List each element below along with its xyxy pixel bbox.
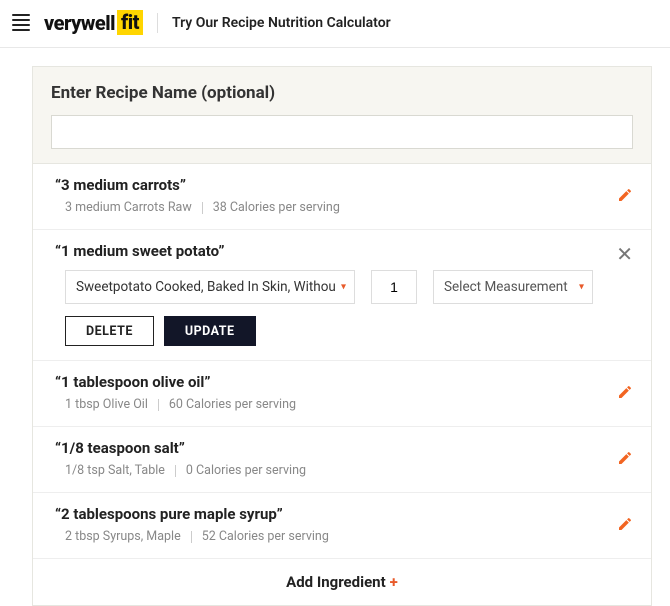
brand-main: verywell: [44, 11, 115, 35]
update-button[interactable]: UPDATE: [164, 316, 256, 346]
header-divider: [157, 13, 158, 33]
quantity-input[interactable]: [371, 270, 417, 304]
edit-icon[interactable]: [617, 187, 633, 207]
measurement-select-value: Select Measurement: [444, 279, 568, 295]
ingredient-cals: 60 Calories per serving: [169, 397, 296, 412]
ingredient-cals: 0 Calories per serving: [186, 463, 306, 478]
meta-divider: [202, 202, 203, 214]
close-icon[interactable]: ✕: [616, 244, 633, 264]
meta-divider: [191, 531, 192, 543]
ingredient-desc: 1 tbsp Olive Oil: [65, 397, 148, 412]
chevron-down-icon: ▾: [341, 282, 346, 293]
ingredient-desc: 2 tbsp Syrups, Maple: [65, 529, 181, 544]
measurement-select[interactable]: Select Measurement ▾: [433, 270, 593, 304]
ingredient-meta: 3 medium Carrots Raw 38 Calories per ser…: [55, 200, 633, 215]
app-header: verywellfit Try Our Recipe Nutrition Cal…: [0, 0, 670, 48]
add-ingredient-label: Add Ingredient: [286, 573, 386, 591]
ingredient-title: “1 tablespoon olive oil”: [55, 373, 633, 391]
edit-button-row: DELETE UPDATE: [55, 316, 633, 346]
ingredient-meta: 2 tbsp Syrups, Maple 52 Calories per ser…: [55, 529, 633, 544]
meta-divider: [175, 465, 176, 477]
delete-button[interactable]: DELETE: [65, 316, 154, 346]
ingredient-row-editing: “1 medium sweet potato” ✕ Sweetpotato Co…: [33, 230, 651, 361]
ingredient-cals: 52 Calories per serving: [202, 529, 329, 544]
ingredient-title: “1 medium sweet potato”: [55, 242, 633, 260]
recipe-card: Enter Recipe Name (optional) “3 medium c…: [32, 66, 652, 606]
ingredient-row: “1/8 teaspoon salt” 1/8 tsp Salt, Table …: [33, 427, 651, 493]
edit-icon[interactable]: [617, 450, 633, 470]
ingredient-row: “1 tablespoon olive oil” 1 tbsp Olive Oi…: [33, 361, 651, 427]
chevron-down-icon: ▾: [579, 282, 584, 293]
card-header: Enter Recipe Name (optional): [33, 67, 651, 115]
food-select-value: Sweetpotato Cooked, Baked In Skin, Witho…: [76, 279, 336, 295]
ingredient-desc: 1/8 tsp Salt, Table: [65, 463, 165, 478]
edit-icon[interactable]: [617, 384, 633, 404]
header-tagline: Try Our Recipe Nutrition Calculator: [172, 15, 391, 31]
ingredient-meta: 1/8 tsp Salt, Table 0 Calories per servi…: [55, 463, 633, 478]
ingredient-title: “3 medium carrots”: [55, 176, 633, 194]
brand-logo[interactable]: verywellfit: [44, 10, 143, 35]
edit-icon[interactable]: [617, 516, 633, 536]
meta-divider: [158, 399, 159, 411]
ingredient-list: “3 medium carrots” 3 medium Carrots Raw …: [33, 163, 651, 605]
ingredient-meta: 1 tbsp Olive Oil 60 Calories per serving: [55, 397, 633, 412]
edit-controls: Sweetpotato Cooked, Baked In Skin, Witho…: [55, 270, 633, 304]
ingredient-row: “2 tablespoons pure maple syrup” 2 tbsp …: [33, 493, 651, 559]
ingredient-title: “1/8 teaspoon salt”: [55, 439, 633, 457]
brand-suffix: fit: [117, 10, 143, 35]
add-ingredient-button[interactable]: Add Ingredient+: [33, 559, 651, 605]
ingredient-desc: 3 medium Carrots Raw: [65, 200, 192, 215]
hamburger-menu-icon[interactable]: [12, 14, 30, 31]
food-select[interactable]: Sweetpotato Cooked, Baked In Skin, Witho…: [65, 270, 355, 304]
ingredient-cals: 38 Calories per serving: [213, 200, 340, 215]
card-title: Enter Recipe Name (optional): [51, 83, 633, 103]
ingredient-row: “3 medium carrots” 3 medium Carrots Raw …: [33, 164, 651, 230]
ingredient-title: “2 tablespoons pure maple syrup”: [55, 505, 633, 523]
recipe-name-wrap: [33, 115, 651, 163]
plus-icon: +: [390, 573, 398, 591]
recipe-name-input[interactable]: [51, 115, 633, 149]
